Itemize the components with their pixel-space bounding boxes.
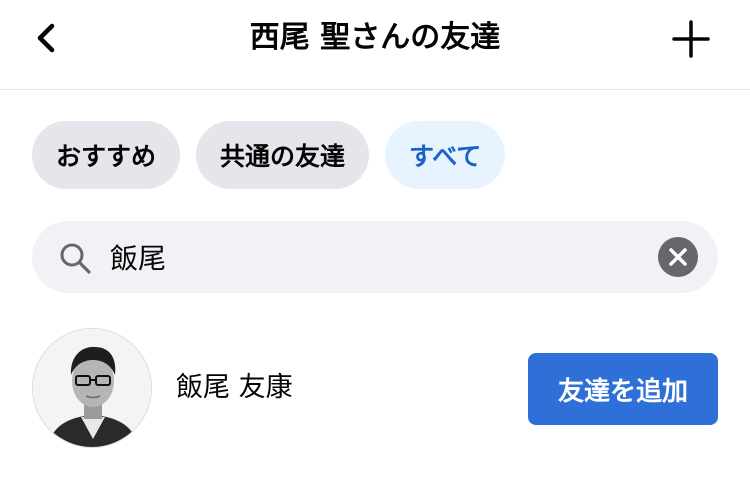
add-friend-button[interactable]: 友達を追加	[528, 353, 718, 425]
clear-icon	[669, 248, 687, 266]
search-icon	[60, 243, 91, 274]
tab-recommended[interactable]: おすすめ	[32, 121, 181, 189]
avatar[interactable]	[32, 328, 152, 448]
add-friend-plus-button[interactable]	[670, 18, 712, 60]
tab-all[interactable]: すべて	[385, 121, 506, 189]
header-bar: 西尾 聖さんの友達	[0, 0, 750, 90]
tab-mutual-friends[interactable]: 共通の友達	[196, 121, 370, 189]
avatar-photo	[33, 329, 151, 447]
page-title: 西尾 聖さんの友達	[249, 20, 501, 55]
filter-tabs: おすすめ 共通の友達 すべて	[32, 121, 506, 189]
list-item[interactable]: 飯尾 友康 友達を追加	[32, 328, 718, 450]
search-input[interactable]	[110, 237, 670, 277]
friend-name[interactable]: 飯尾 友康	[176, 370, 293, 406]
plus-icon	[672, 20, 710, 58]
clear-search-button[interactable]	[658, 237, 698, 277]
search-bar	[32, 221, 718, 293]
